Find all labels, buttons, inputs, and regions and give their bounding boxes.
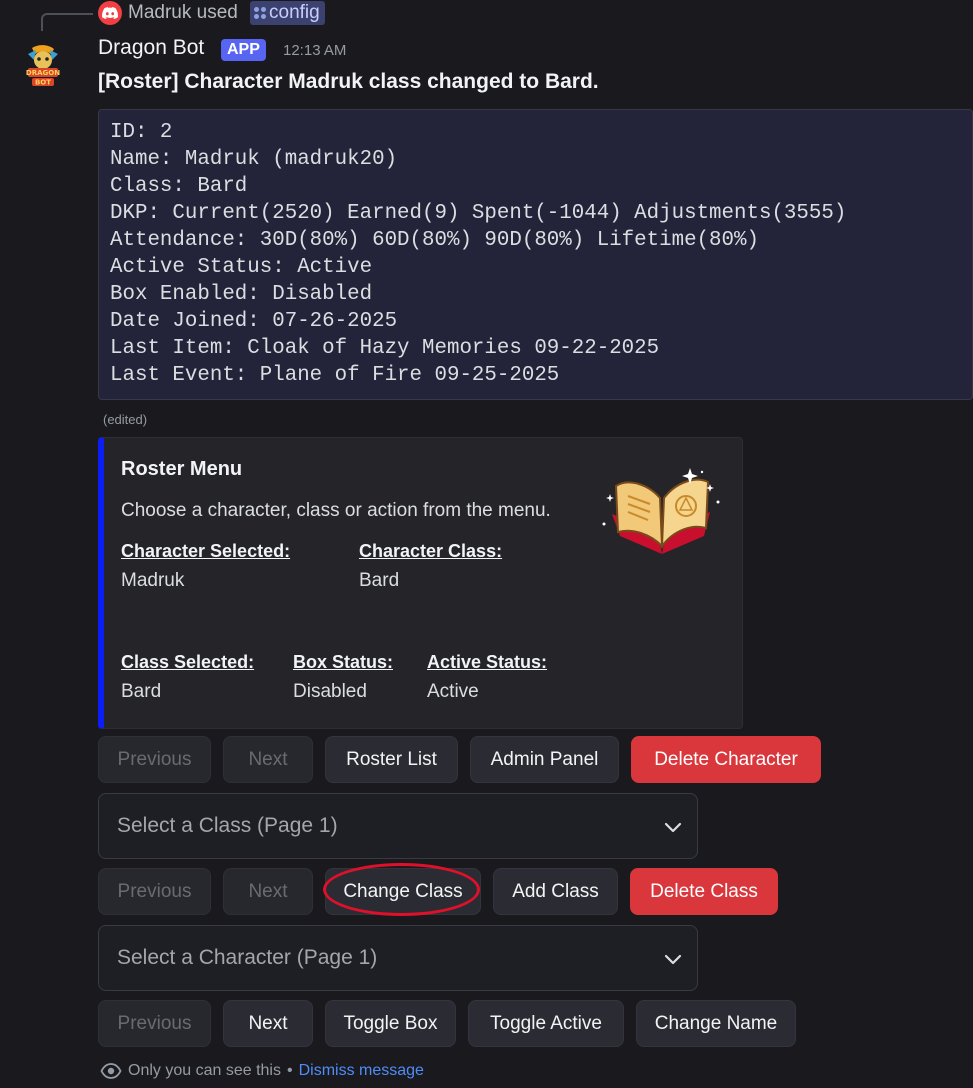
field-value-class-selected: Bard — [121, 681, 162, 702]
code-line: Name: Madruk (madruk20) — [110, 148, 398, 171]
field-value-active-status: Active — [427, 681, 479, 702]
field-name-character-selected: Character Selected: — [121, 541, 291, 561]
discord-icon[interactable] — [98, 1, 122, 25]
message-title: [Roster] Character Madruk class changed … — [98, 70, 599, 93]
ephemeral-notice: Only you can see this — [128, 1062, 281, 1079]
roster-menu-embed: Roster Menu Choose a character, class or… — [98, 437, 743, 729]
embed-description: Choose a character, class or action from… — [121, 500, 551, 521]
next-button[interactable]: Next — [223, 736, 313, 783]
reply-connector — [41, 13, 93, 31]
code-line: Attendance: 30D(80%) 60D(80%) 90D(80%) L… — [110, 229, 759, 252]
bot-avatar[interactable]: DRAGON BOT — [18, 40, 68, 90]
character-select-dropdown[interactable]: Select a Character (Page 1) — [98, 925, 698, 991]
field-name-box-status: Box Status: — [293, 652, 394, 672]
change-name-button[interactable]: Change Name — [636, 1000, 796, 1047]
chevron-down-icon — [664, 822, 682, 833]
chevron-down-icon — [664, 954, 682, 965]
toggle-active-button[interactable]: Toggle Active — [468, 1000, 624, 1047]
character-next-button[interactable]: Next — [223, 1000, 313, 1047]
app-badge: APP — [221, 39, 266, 61]
code-line: Date Joined: 07-26-2025 — [110, 310, 398, 333]
field-name-character-class: Character Class: — [359, 541, 503, 561]
eye-icon — [100, 1063, 122, 1079]
class-select-dropdown[interactable]: Select a Class (Page 1) — [98, 793, 698, 859]
app-command-icon — [254, 7, 266, 19]
embed-title: Roster Menu — [121, 458, 243, 480]
edited-label: (edited) — [103, 412, 148, 427]
svg-text:BOT: BOT — [35, 79, 51, 87]
field-value-character-selected: Madruk — [121, 570, 185, 591]
class-next-button[interactable]: Next — [223, 868, 313, 915]
class-select-placeholder: Select a Class (Page 1) — [117, 814, 338, 837]
field-name-class-selected: Class Selected: — [121, 652, 255, 672]
code-line: Active Status: Active — [110, 256, 373, 279]
code-line: ID: 2 — [110, 121, 173, 144]
command-name: config — [269, 2, 320, 23]
field-value-box-status: Disabled — [293, 681, 367, 702]
author-name[interactable]: Dragon Bot — [98, 36, 204, 60]
code-line: Box Enabled: Disabled — [110, 283, 373, 306]
spellbook-icon[interactable] — [598, 462, 726, 566]
command-chip[interactable]: config — [250, 1, 325, 25]
reply-used: used — [196, 2, 238, 23]
code-line: Last Item: Cloak of Hazy Memories 09-22-… — [110, 337, 660, 360]
timestamp[interactable]: 12:13 AM — [283, 42, 346, 59]
ephemeral-footer: Only you can see this • Dismiss message — [100, 1060, 424, 1082]
code-line: Last Event: Plane of Fire 09-25-2025 — [110, 364, 560, 387]
field-name-active-status: Active Status: — [427, 652, 548, 672]
character-previous-button[interactable]: Previous — [98, 1000, 211, 1047]
add-class-button[interactable]: Add Class — [493, 868, 618, 915]
character-code-block: ID: 2 Name: Madruk (madruk20) Class: Bar… — [98, 109, 973, 400]
code-line: DKP: Current(2520) Earned(9) Spent(-1044… — [110, 202, 847, 225]
reply-text[interactable]: Madruk used — [128, 2, 238, 24]
svg-text:DRAGON: DRAGON — [26, 69, 60, 77]
admin-panel-button[interactable]: Admin Panel — [470, 736, 619, 783]
roster-list-button[interactable]: Roster List — [325, 736, 458, 783]
character-select-placeholder: Select a Character (Page 1) — [117, 946, 378, 969]
code-line: Class: Bard — [110, 175, 248, 198]
delete-class-button[interactable]: Delete Class — [630, 868, 778, 915]
footer-separator: • — [286, 1062, 293, 1079]
delete-character-button[interactable]: Delete Character — [631, 736, 821, 783]
change-class-button[interactable]: Change Class — [325, 868, 481, 915]
dismiss-message-link[interactable]: Dismiss message — [299, 1062, 424, 1080]
previous-button[interactable]: Previous — [98, 736, 211, 783]
toggle-box-button[interactable]: Toggle Box — [325, 1000, 456, 1047]
reply-user[interactable]: Madruk — [128, 2, 191, 23]
class-previous-button[interactable]: Previous — [98, 868, 211, 915]
field-value-character-class: Bard — [359, 570, 400, 591]
